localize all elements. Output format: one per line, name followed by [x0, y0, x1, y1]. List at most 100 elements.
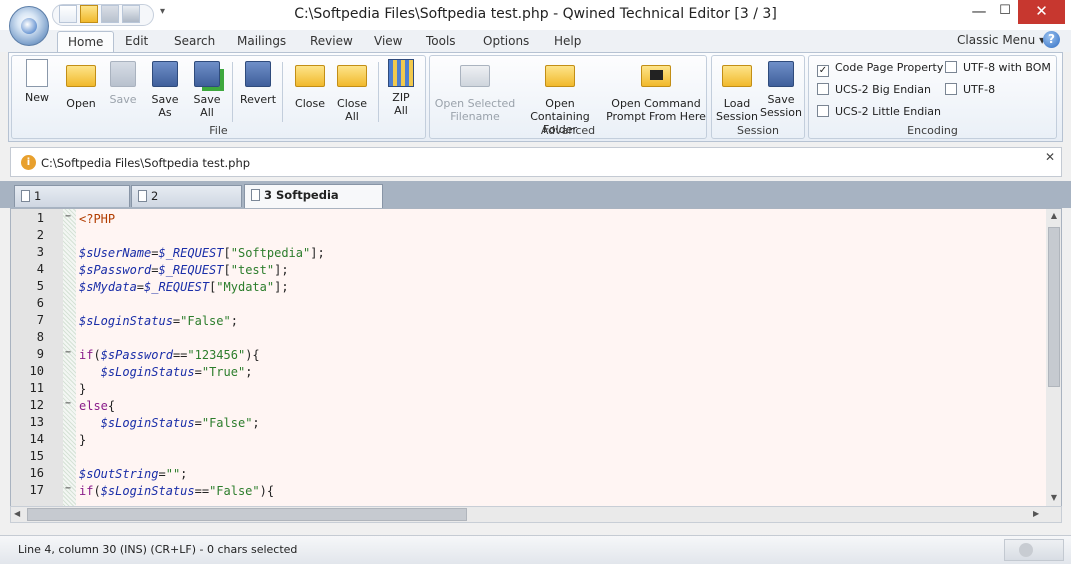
open-command-prompt-button[interactable]: Open Command Prompt From Here — [606, 59, 706, 123]
fold-toggle-icon[interactable]: − — [65, 398, 71, 409]
horizontal-scroll-thumb[interactable] — [27, 508, 467, 521]
code-line[interactable]: $sOutString=""; — [79, 466, 187, 482]
code-token: $sUserName — [79, 246, 152, 260]
fold-toggle-icon[interactable]: − — [65, 211, 71, 222]
fold-toggle-icon[interactable]: − — [65, 347, 71, 358]
code-token: ]; — [274, 280, 289, 294]
code-area[interactable]: <?PHP $sUserName=$_REQUEST["Softpedia"]; $… — [76, 209, 1046, 507]
save-as-button[interactable]: Save As — [143, 59, 187, 119]
scroll-right-icon[interactable]: ▶ — [1033, 509, 1039, 518]
info-icon: i — [21, 155, 36, 170]
vertical-scroll-thumb[interactable] — [1048, 227, 1060, 387]
tab-tools[interactable]: Tools — [416, 31, 466, 52]
utf8-bom-checkbox[interactable]: UTF-8 with BOM — [945, 61, 1051, 74]
line-number: 8 — [36, 330, 44, 344]
minimize-button[interactable]: — — [966, 0, 992, 24]
close-all-button[interactable]: Close All — [330, 59, 374, 123]
code-line[interactable]: $sPassword=$_REQUEST["test"]; — [79, 262, 289, 278]
code-token: ){ — [245, 348, 260, 362]
code-line[interactable]: $sLoginStatus="False"; — [79, 415, 260, 431]
code-line[interactable]: <?PHP — [79, 211, 115, 227]
load-session-button[interactable]: Load Session — [714, 59, 760, 123]
code-line[interactable]: else{ — [79, 398, 115, 414]
new-button[interactable]: New — [15, 59, 59, 104]
tab-help[interactable]: Help — [544, 31, 591, 52]
code-line[interactable]: $sLoginStatus="False"; — [79, 313, 238, 329]
tab-options[interactable]: Options — [473, 31, 539, 52]
code-line[interactable]: $sUserName=$_REQUEST["Softpedia"]; — [79, 245, 325, 261]
ucs2-big-endian-checkbox[interactable]: UCS-2 Big Endian — [817, 83, 931, 96]
open-selected-icon — [460, 65, 490, 87]
line-number: 3 — [36, 245, 44, 259]
ucs2-little-endian-checkbox[interactable]: UCS-2 Little Endian — [817, 105, 941, 118]
code-line[interactable]: if($sPassword=="123456"){ — [79, 347, 260, 363]
classic-menu-button[interactable]: Classic Menu ▾ — [957, 33, 1045, 47]
code-editor[interactable]: <?PHP $sUserName=$_REQUEST["Softpedia"]; $… — [10, 208, 1062, 508]
code-line[interactable]: } — [79, 432, 86, 448]
code-page-property-checkbox[interactable]: ✓ Code Page Property — [817, 61, 943, 77]
vertical-scrollbar[interactable]: ▲ ▼ — [1046, 209, 1061, 507]
close-file-button[interactable]: Close — [288, 59, 332, 110]
close-file-icon — [295, 65, 325, 87]
doc-tab-1[interactable]: 1 Softpedia.txt — [14, 185, 130, 223]
infobar-close-icon[interactable]: ✕ — [1045, 150, 1055, 164]
code-line[interactable]: if($sLoginStatus=="False"){ — [79, 483, 274, 499]
fold-toggle-icon[interactable]: − — [65, 483, 71, 494]
open-selected-filename-button[interactable]: Open Selected Filename — [432, 59, 518, 123]
scroll-left-icon[interactable]: ◀ — [14, 509, 20, 518]
tab-search[interactable]: Search — [164, 31, 225, 52]
line-number: 16 — [29, 466, 44, 480]
code-token: "test" — [230, 263, 275, 277]
scroll-down-icon[interactable]: ▼ — [1046, 493, 1061, 502]
code-token: } — [79, 433, 87, 447]
code-line[interactable]: } — [79, 381, 86, 397]
code-line[interactable]: $sMydata=$_REQUEST["Mydata"]; — [79, 279, 289, 295]
file-separator — [232, 62, 233, 122]
new-file-icon — [26, 59, 48, 87]
new-label: New — [25, 91, 49, 104]
line-number: 15 — [29, 449, 44, 463]
code-token: ; — [230, 314, 238, 328]
application-button[interactable] — [9, 6, 49, 46]
zip-all-button[interactable]: ZIP All — [379, 59, 423, 117]
zoom-knob[interactable] — [1019, 543, 1033, 557]
open-button[interactable]: Open — [59, 59, 103, 110]
tab-review[interactable]: Review — [300, 31, 363, 52]
code-line[interactable]: $sLoginStatus="True"; — [79, 364, 253, 380]
save-button[interactable]: Save — [101, 59, 145, 106]
open-command-label: Open Command Prompt From Here — [606, 97, 706, 123]
tab-view[interactable]: View — [364, 31, 412, 52]
zoom-slider[interactable] — [1004, 539, 1064, 561]
revert-label: Revert — [239, 93, 277, 106]
save-all-button[interactable]: Save All — [185, 59, 229, 119]
utf8-checkbox[interactable]: UTF-8 — [945, 83, 995, 96]
code-token: = — [194, 365, 202, 379]
tab-edit[interactable]: Edit — [115, 31, 158, 52]
save-session-button[interactable]: Save Session — [758, 59, 804, 119]
tab-mailings[interactable]: Mailings — [227, 31, 296, 52]
code-token: else — [79, 399, 108, 413]
help-icon[interactable]: ? — [1043, 31, 1060, 48]
code-token: $_REQUEST — [158, 246, 224, 260]
advanced-group-label: Advanced — [540, 124, 596, 137]
text-file-icon — [21, 190, 30, 202]
code-page-property-label: Code Page Property — [835, 61, 944, 74]
fold-margin[interactable] — [63, 209, 76, 507]
file-path-text: C:\Softpedia Files\Softpedia test.php — [41, 156, 251, 170]
scroll-up-icon[interactable]: ▲ — [1046, 211, 1061, 220]
maximize-button[interactable]: ☐ — [992, 0, 1018, 24]
close-all-label: Close All — [337, 97, 367, 123]
horizontal-scrollbar[interactable]: ◀ ▶ — [10, 506, 1062, 523]
doc-tab-2[interactable]: 2 Softpedia.jpg — [131, 185, 242, 223]
code-token: "123456" — [187, 348, 246, 362]
file-path-bar: i C:\Softpedia Files\Softpedia test.php — [10, 147, 1062, 177]
code-token: ; — [180, 467, 188, 481]
line-number: 1 — [36, 211, 44, 225]
code-token: <?PHP — [79, 212, 116, 226]
line-number: 14 — [29, 432, 44, 446]
close-window-button[interactable]: ✕ — [1018, 0, 1065, 24]
revert-button[interactable]: Revert — [236, 59, 280, 106]
tab-home[interactable]: Home — [57, 31, 115, 52]
doc-tab-3[interactable]: 3 Softpedia test.php — [244, 184, 383, 222]
